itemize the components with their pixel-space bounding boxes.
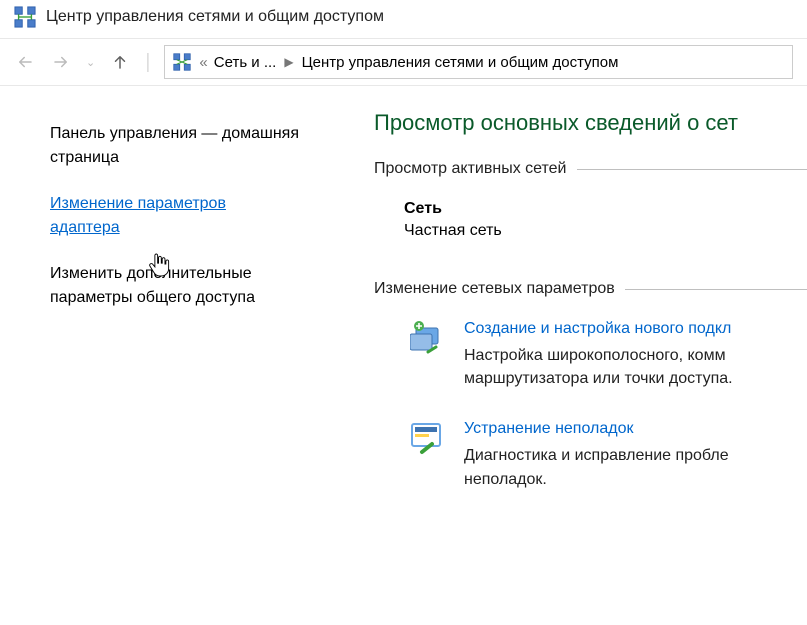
active-network-item: Сеть Частная сеть [374,200,807,240]
network-center-icon [173,53,191,71]
divider [577,169,807,170]
up-button[interactable] [109,51,131,73]
sidebar: Панель управления — домашняя страница Из… [0,110,320,521]
sidebar-home-link[interactable]: Панель управления — домашняя страница [50,122,300,170]
change-settings-label: Изменение сетевых параметров [374,280,615,298]
main-panel: Просмотр основных сведений о сет Просмот… [320,110,807,521]
divider [625,289,807,290]
address-bar[interactable]: « Сеть и ... ▶ Центр управления сетями и… [164,45,793,79]
option-troubleshoot: Устранение неполадок Диагностика и испра… [410,420,807,490]
breadcrumb-parent[interactable]: Сеть и ... [214,54,277,71]
forward-button[interactable] [50,51,72,73]
change-settings-header: Изменение сетевых параметров [374,280,807,298]
chevron-right-icon[interactable]: ▶ [284,55,293,69]
option-new-connection-link[interactable]: Создание и настройка нового подкл [464,320,731,338]
option-troubleshoot-link[interactable]: Устранение неполадок [464,420,633,438]
window-title: Центр управления сетями и общим доступом [46,8,384,26]
option-new-connection: Создание и настройка нового подкл Настро… [410,320,807,390]
navigation-bar: ⌄ | « Сеть и ... ▶ Центр управления сетя… [0,38,807,86]
content-body: Панель управления — домашняя страница Из… [0,86,807,521]
sidebar-sharing-link[interactable]: Изменить дополнительные параметры общего… [50,262,300,310]
recent-dropdown-icon[interactable]: ⌄ [86,56,95,69]
new-connection-icon [410,320,446,356]
page-heading: Просмотр основных сведений о сет [374,110,807,136]
back-button[interactable] [14,51,36,73]
network-type: Частная сеть [404,222,807,240]
active-networks-header: Просмотр активных сетей [374,160,807,178]
troubleshoot-icon [410,420,446,456]
option-new-connection-desc: Настройка широкополосного, комм маршрути… [464,344,807,390]
option-troubleshoot-desc: Диагностика и исправление пробле неполад… [464,444,807,490]
separator: | [145,51,150,74]
active-networks-label: Просмотр активных сетей [374,160,567,178]
breadcrumb-root-icon[interactable]: « [199,54,205,71]
network-center-icon [14,6,36,28]
network-name: Сеть [404,200,807,218]
titlebar: Центр управления сетями и общим доступом [0,0,807,38]
sidebar-adapter-link[interactable]: Изменение параметров адаптера [50,192,300,240]
breadcrumb-current[interactable]: Центр управления сетями и общим доступом [302,54,619,71]
